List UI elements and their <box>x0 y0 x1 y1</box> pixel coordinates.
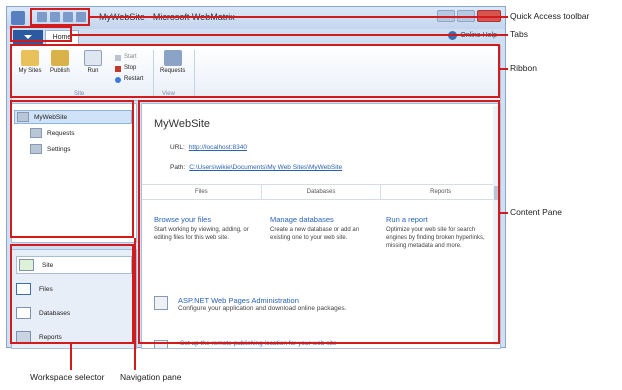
navigation-highlight <box>10 100 134 238</box>
navigation-leader-line <box>134 238 136 370</box>
ribbon-highlight <box>10 44 500 98</box>
callout-qat: Quick Access toolbar <box>510 11 590 21</box>
qat-leader-line <box>90 16 508 18</box>
tabs-bar: Home Online Help <box>7 29 505 45</box>
content-leader-line <box>500 212 508 214</box>
tabs-leader-line <box>72 34 508 36</box>
workspace-highlight <box>10 244 134 344</box>
tabs-highlight <box>10 26 72 42</box>
app-icon[interactable] <box>11 11 25 25</box>
callout-content-pane: Content Pane <box>510 207 562 217</box>
content-highlight <box>138 100 500 344</box>
callout-tabs: Tabs <box>510 29 528 39</box>
ribbon-leader-line <box>500 68 508 70</box>
qat-highlight <box>30 8 90 26</box>
callout-navigation-pane: Navigation pane <box>120 372 182 382</box>
callout-ribbon: Ribbon <box>510 63 537 73</box>
workspace-leader-line <box>70 344 72 370</box>
callout-workspace-selector: Workspace selector <box>30 372 105 382</box>
